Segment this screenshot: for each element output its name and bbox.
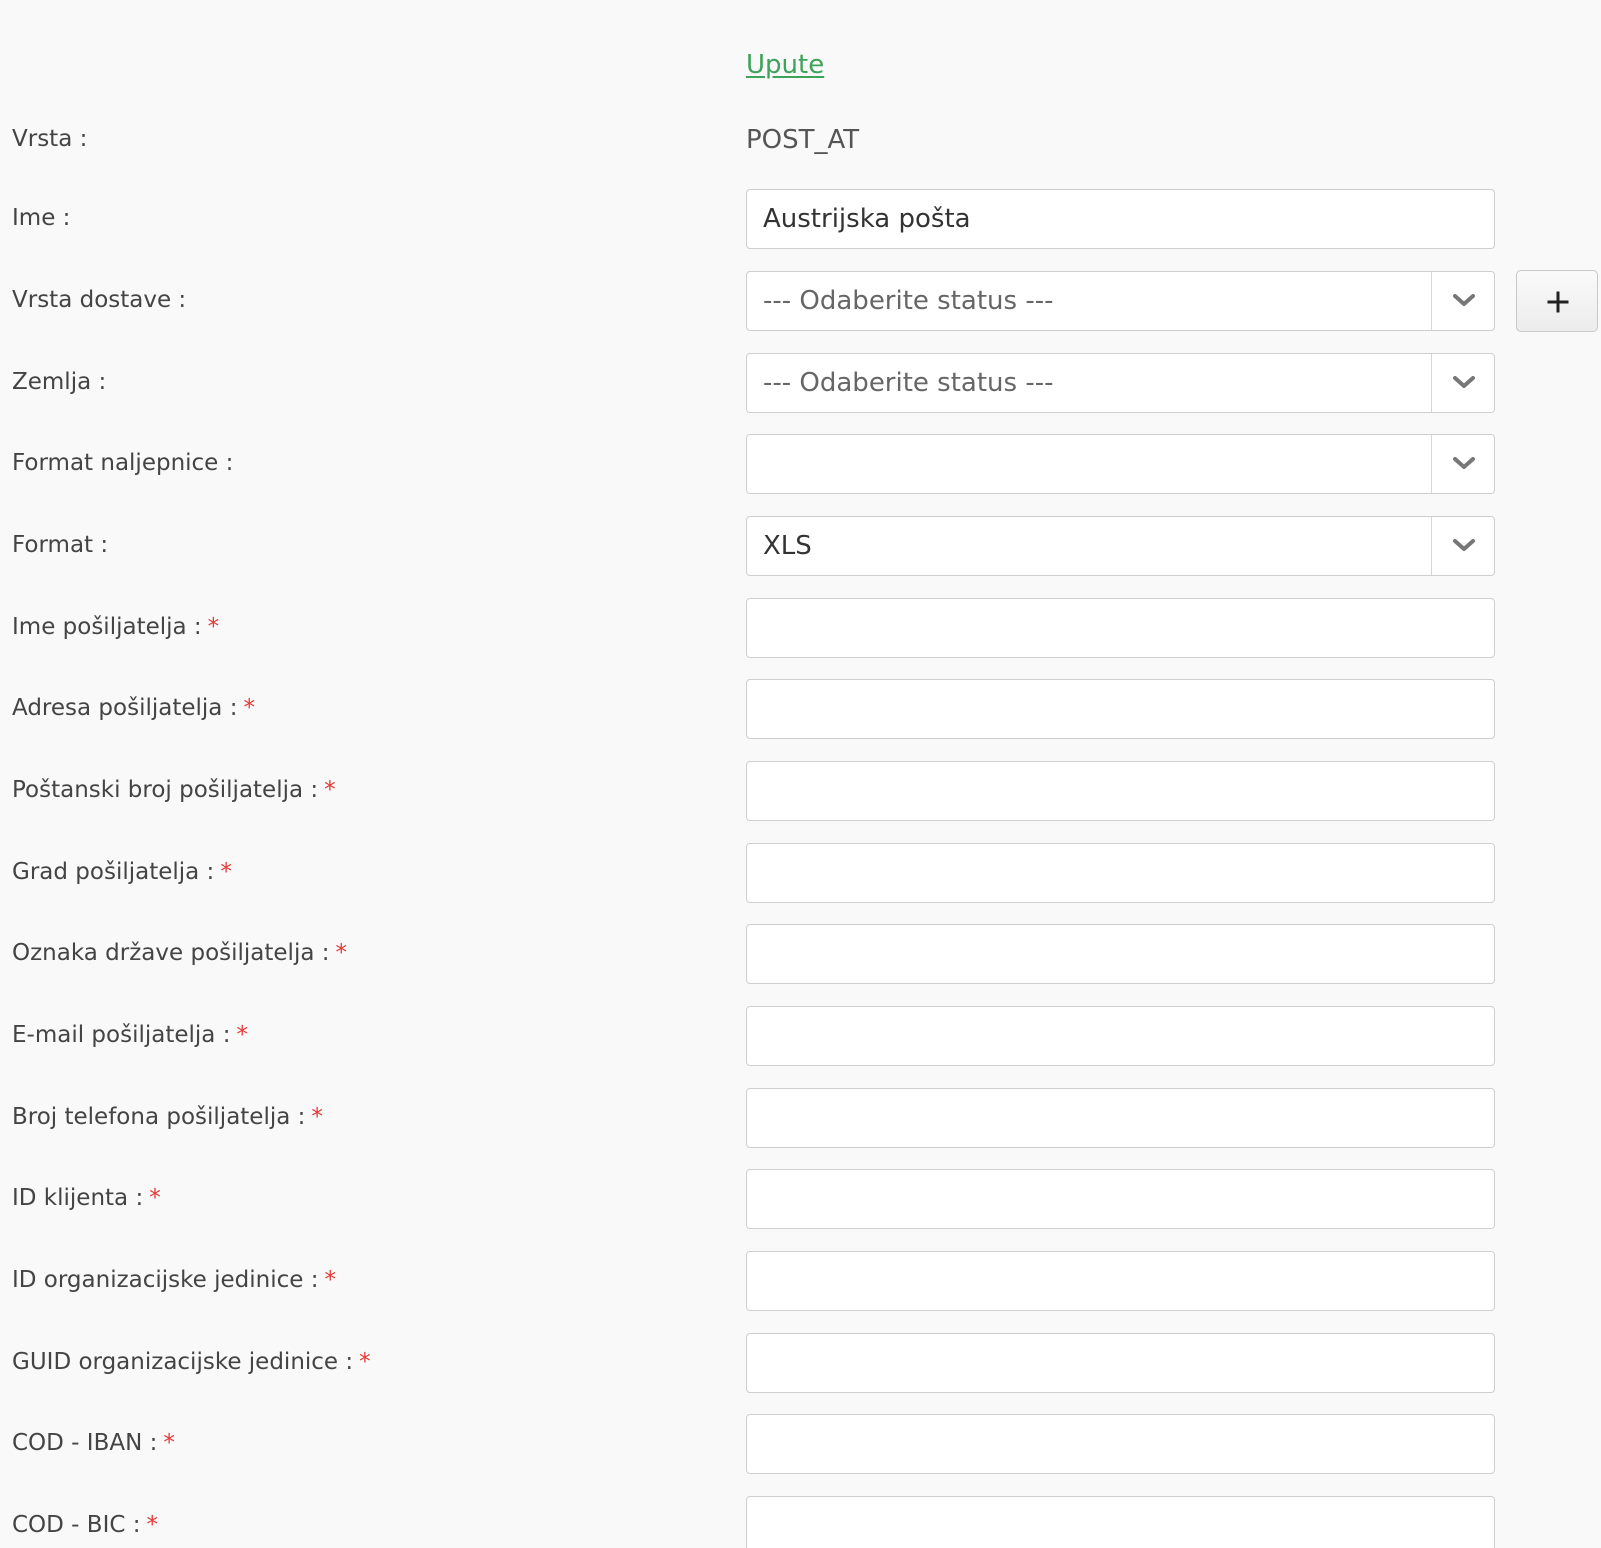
sender-country-code-input[interactable] <box>746 924 1495 984</box>
required-marker: * <box>311 1104 323 1130</box>
name-input-value: Austrijska pošta <box>763 204 971 234</box>
required-marker: * <box>163 1430 175 1456</box>
sender-name-input[interactable] <box>746 598 1495 658</box>
name-label: Ime : <box>12 205 71 231</box>
sender-phone-label: Broj telefona pošiljatelja : * <box>12 1104 323 1130</box>
help-link[interactable]: Upute <box>746 50 824 80</box>
type-label: Vrsta : <box>12 126 88 152</box>
sender-email-label: E-mail pošiljatelja : * <box>12 1022 248 1048</box>
sender-email-input[interactable] <box>746 1006 1495 1066</box>
required-marker: * <box>243 695 255 721</box>
sender-city-label: Grad pošiljatelja : * <box>12 859 232 885</box>
format-select[interactable]: XLS <box>746 516 1495 576</box>
org-unit-id-label: ID organizacijske jedinice : * <box>12 1267 336 1293</box>
label-format-select[interactable] <box>746 434 1495 494</box>
chevron-down-icon[interactable] <box>1431 354 1494 412</box>
delivery-type-select[interactable]: --- Odaberite status --- <box>746 271 1495 331</box>
org-unit-guid-label: GUID organizacijske jedinice : * <box>12 1349 371 1375</box>
required-marker: * <box>207 614 220 640</box>
cod-bic-label: COD - BIC : * <box>12 1512 158 1538</box>
label-format-label: Format naljepnice : <box>12 450 234 476</box>
format-label: Format : <box>12 532 109 558</box>
sender-name-label: Ime pošiljatelja : * <box>12 614 220 640</box>
sender-address-label: Adresa pošiljatelja : * <box>12 695 255 721</box>
add-delivery-type-button[interactable] <box>1516 270 1598 332</box>
country-select[interactable]: --- Odaberite status --- <box>746 353 1495 413</box>
country-label: Zemlja : <box>12 369 107 395</box>
delivery-type-label: Vrsta dostave : <box>12 287 187 313</box>
cod-iban-label: COD - IBAN : * <box>12 1430 175 1456</box>
chevron-down-icon[interactable] <box>1431 517 1494 575</box>
carrier-settings-form: Upute Vrsta : POST_AT Ime : Austrijska p… <box>0 0 1601 1548</box>
cod-iban-input[interactable] <box>746 1414 1495 1474</box>
org-unit-id-input[interactable] <box>746 1251 1495 1311</box>
sender-country-code-label: Oznaka države pošiljatelja : * <box>12 940 348 966</box>
format-selected: XLS <box>763 531 812 561</box>
chevron-down-icon[interactable] <box>1431 435 1494 493</box>
client-id-input[interactable] <box>746 1169 1495 1229</box>
sender-city-input[interactable] <box>746 843 1495 903</box>
sender-postcode-input[interactable] <box>746 761 1495 821</box>
name-input[interactable]: Austrijska pošta <box>746 189 1495 249</box>
client-id-label: ID klijenta : * <box>12 1185 161 1211</box>
org-unit-guid-input[interactable] <box>746 1333 1495 1393</box>
cod-bic-input[interactable] <box>746 1496 1495 1548</box>
required-marker: * <box>220 859 232 885</box>
delivery-type-selected: --- Odaberite status --- <box>763 286 1054 316</box>
required-marker: * <box>335 940 348 966</box>
required-marker: * <box>146 1512 158 1538</box>
type-value: POST_AT <box>746 125 860 155</box>
country-selected: --- Odaberite status --- <box>763 368 1054 398</box>
chevron-down-icon[interactable] <box>1431 272 1494 330</box>
sender-phone-input[interactable] <box>746 1088 1495 1148</box>
sender-postcode-label: Poštanski broj pošiljatelja : * <box>12 777 336 803</box>
required-marker: * <box>236 1022 248 1048</box>
required-marker: * <box>149 1185 161 1211</box>
sender-address-input[interactable] <box>746 679 1495 739</box>
required-marker: * <box>324 1267 336 1293</box>
required-marker: * <box>359 1349 371 1375</box>
required-marker: * <box>324 777 336 803</box>
